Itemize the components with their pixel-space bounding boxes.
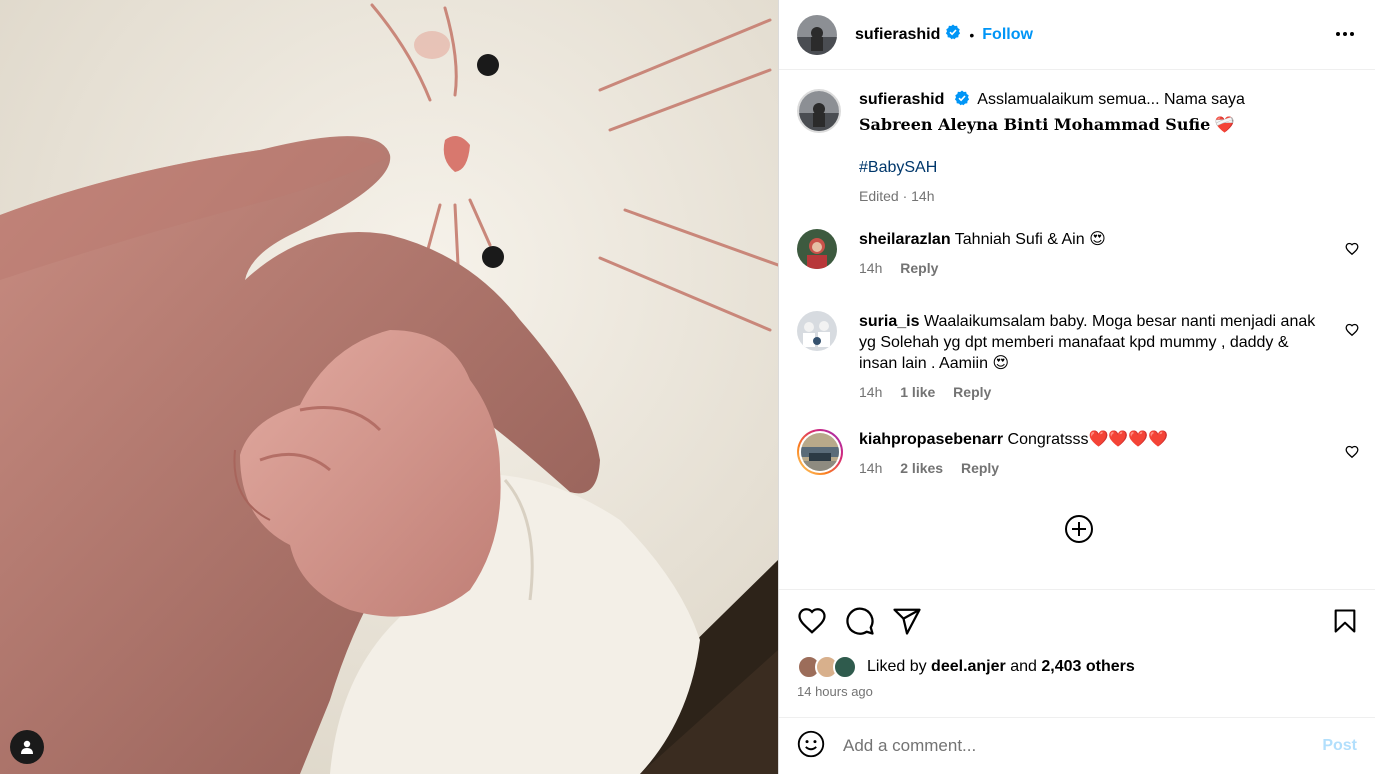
comment-time[interactable]: 14h [859,460,882,476]
comment-username[interactable]: suria_is [859,313,919,330]
caption-avatar[interactable] [797,89,841,133]
comment-text: Waalaikumsalam baby. Moga besar nanti me… [859,313,1316,372]
add-comment-bar: Post [779,717,1375,774]
comment-likes-count[interactable]: 1 like [900,384,935,400]
heart-icon[interactable] [797,606,827,641]
author-avatar[interactable] [797,14,837,55]
comment-time[interactable]: 14h [859,384,882,400]
caption: sufierashid Asslamualaikum semua... Nama… [797,89,1359,209]
comment-text: Tahniah Sufi & Ain 😍 [954,231,1106,248]
comment-like-heart-icon[interactable] [1345,323,1359,342]
author-username[interactable]: sufierashid [855,26,940,44]
post-comment-button[interactable]: Post [1322,737,1357,755]
baby-hand-photo [0,0,778,774]
reply-button[interactable]: Reply [900,260,938,276]
comment-row: kiahpropasebenarr Congratsss❤️❤️❤️❤️ 14h… [797,429,1359,489]
liked-by-and: and [1010,658,1037,675]
follow-button[interactable]: Follow [982,26,1033,44]
bookmark-icon[interactable] [1331,606,1359,641]
commenter-avatar[interactable] [797,311,837,351]
post-actions: Liked by deel.anjer and 2,403 others 14 … [779,589,1375,717]
reply-button[interactable]: Reply [961,460,999,476]
comment-likes-count[interactable]: 2 likes [900,460,943,476]
comments-list[interactable]: sufierashid Asslamualaikum semua... Nama… [779,71,1375,589]
post-panel: sufierashid • Follow sufierashid Asslamu… [778,0,1375,774]
caption-baby-name: Sabreen Aleyna Binti Mohammad Sufie [859,115,1211,134]
commenter-avatar-story-ring[interactable] [797,429,843,475]
post-image[interactable] [0,0,778,774]
caption-meta: Edited · 14h [859,188,935,204]
comment-username[interactable]: sheilarazlan [859,231,951,248]
verified-badge-icon [954,90,970,112]
caption-emoji: ❤️‍🩹 [1214,117,1235,134]
likes-summary: Liked by deel.anjer and 2,403 others [797,654,1135,680]
plus-circle-icon[interactable] [1064,514,1094,549]
comment-icon[interactable] [845,606,875,641]
comment-input[interactable] [843,736,1323,756]
comment-row: sheilarazlan Tahniah Sufi & Ain 😍 14h Re… [797,229,1359,289]
post-header: sufierashid • Follow [779,0,1375,70]
comment-time[interactable]: 14h [859,260,882,276]
verified-badge-icon [945,24,961,45]
separator-dot: • [969,26,975,43]
comment-like-heart-icon[interactable] [1345,242,1359,261]
comment-username[interactable]: kiahpropasebenarr [859,431,1003,448]
liked-by-prefix: Liked by [867,658,927,675]
liked-by-user[interactable]: deel.anjer [931,658,1006,676]
liked-by-others[interactable]: 2,403 others [1041,658,1134,676]
post-timestamp[interactable]: 14 hours ago [797,684,873,699]
user-tag-button[interactable] [10,730,44,764]
comment-row: suria_is Waalaikumsalam baby. Moga besar… [797,311,1359,411]
emoji-icon[interactable] [797,730,825,763]
likers-avatars[interactable] [797,654,861,680]
liker-avatar [833,655,857,679]
hashtag-link[interactable]: #BabySAH [859,159,937,176]
more-options-icon[interactable] [1335,24,1355,49]
share-icon[interactable] [892,606,922,641]
person-tag-icon [21,740,33,754]
caption-username[interactable]: sufierashid [859,91,944,108]
comment-text: Congratsss❤️❤️❤️❤️ [1007,431,1169,448]
comment-like-heart-icon[interactable] [1345,445,1359,464]
reply-button[interactable]: Reply [953,384,991,400]
caption-text: Asslamualaikum semua... Nama saya [977,91,1245,108]
commenter-avatar[interactable] [797,229,837,269]
